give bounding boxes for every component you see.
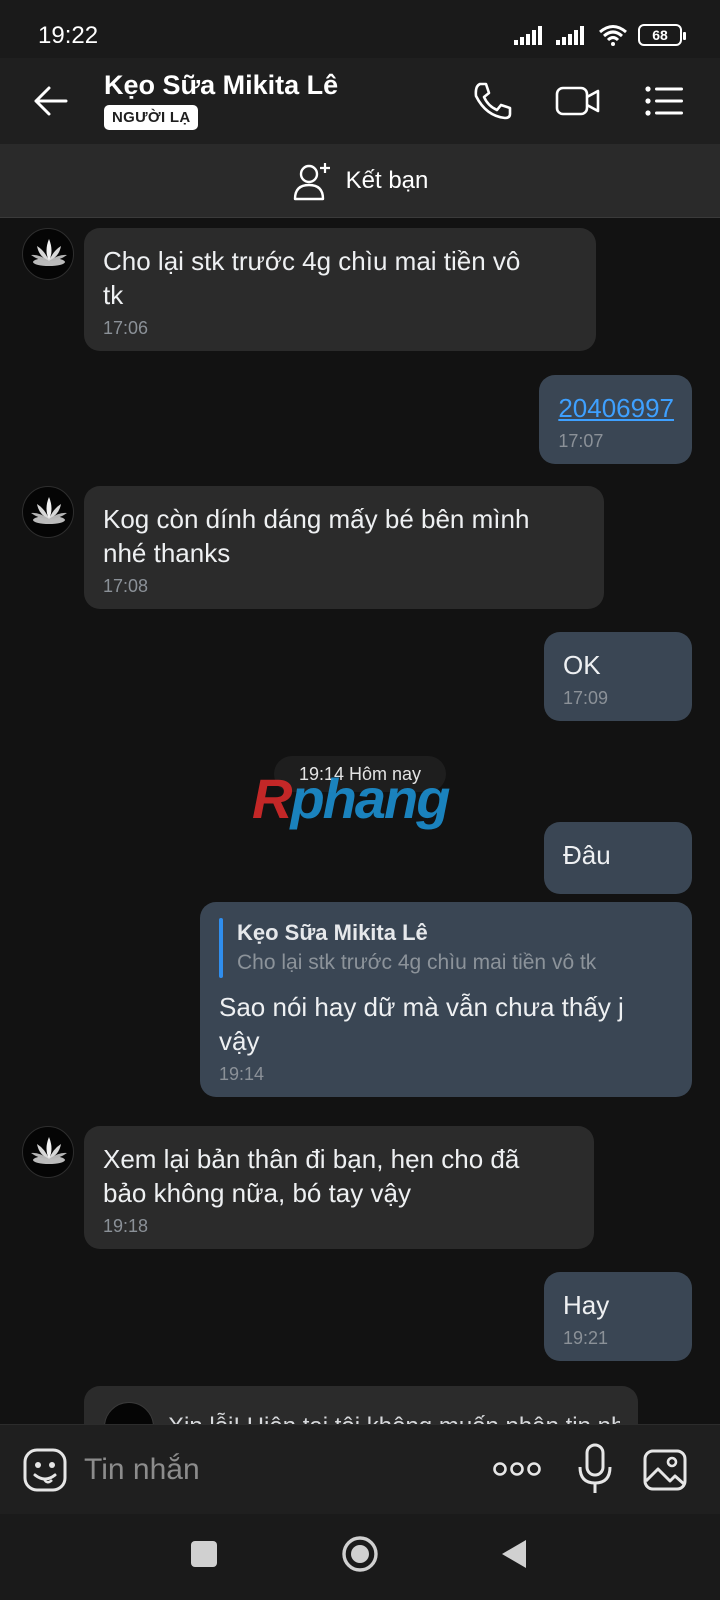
incoming-message[interactable]: Cho lại stk trước 4g chìu mai tiền vô tk… (84, 228, 596, 351)
contact-name[interactable]: Kẹo Sữa Mikita Lê (104, 70, 338, 101)
wifi-icon (599, 25, 627, 46)
message-time: 19:14 (219, 1064, 265, 1084)
gallery-image-icon[interactable] (642, 1447, 688, 1493)
incoming-message[interactable]: Xin lỗi! Hiện tại tôi không muốn nhận ti… (84, 1386, 638, 1424)
quoted-message[interactable]: Kẹo Sữa Mikita Lê Cho lại stk trước 4g c… (219, 918, 674, 978)
sticker-icon[interactable] (22, 1447, 68, 1493)
outgoing-reply-message[interactable]: Kẹo Sữa Mikita Lê Cho lại stk trước 4g c… (200, 902, 692, 1097)
quoted-sender: Kẹo Sữa Mikita Lê (237, 920, 428, 945)
menu-list-icon[interactable] (640, 78, 688, 124)
message-link[interactable]: 20406997 (558, 391, 674, 425)
lotus-icon (31, 239, 67, 266)
message-list[interactable]: Cho lại stk trước 4g chìu mai tiền vô tk… (0, 218, 720, 1424)
phone-call-icon[interactable] (468, 78, 516, 124)
cellular-signal-icon (556, 26, 584, 45)
outgoing-message[interactable]: Đâu (544, 822, 692, 894)
watermark-logo: Rphang (252, 767, 450, 830)
message-composer (0, 1424, 720, 1514)
message-text: Đâu (563, 840, 611, 870)
add-friend-icon (293, 162, 330, 200)
outgoing-message[interactable]: Hay 19:21 (544, 1272, 692, 1361)
message-time: 17:08 (103, 576, 149, 596)
stranger-badge: NGƯỜI LẠ (104, 105, 199, 130)
message-text: Cho lại stk trước 4g chìu mai tiền vô tk (103, 246, 521, 310)
message-text: OK (563, 650, 601, 680)
incoming-message[interactable]: Xem lại bản thân đi bạn, hẹn cho đã bảo … (84, 1126, 594, 1249)
video-call-icon[interactable] (554, 78, 602, 124)
microphone-icon[interactable] (576, 1443, 614, 1497)
status-icons: 68 (514, 24, 686, 46)
incoming-message[interactable]: Kog còn dính dáng mấy bé bên mình nhé th… (84, 486, 604, 609)
more-options-icon[interactable] (492, 1451, 542, 1487)
message-time: 17:06 (103, 318, 149, 338)
back-nav-icon[interactable] (500, 1538, 528, 1570)
add-friend-label: Kết bạn (345, 166, 429, 194)
lotus-icon (31, 497, 67, 524)
cellular-signal-icon (514, 26, 542, 45)
quote-bar (219, 918, 223, 978)
message-time: 19:18 (103, 1216, 149, 1236)
chat-header: Kẹo Sữa Mikita Lê NGƯỜI LẠ (0, 58, 720, 144)
lotus-icon (31, 1137, 67, 1164)
battery-indicator: 68 (638, 24, 686, 46)
recents-icon[interactable] (190, 1540, 218, 1568)
home-icon[interactable] (340, 1534, 380, 1574)
back-arrow-icon[interactable] (28, 78, 74, 124)
message-input[interactable] (84, 1447, 464, 1493)
quoted-text: Cho lại stk trước 4g chìu mai tiền vô tk (237, 951, 597, 974)
message-time: 19:21 (563, 1328, 609, 1348)
message-time: 17:09 (563, 688, 609, 708)
message-text: Xem lại bản thân đi bạn, hẹn cho đã bảo … (103, 1144, 520, 1208)
system-nav-bar (0, 1514, 720, 1600)
status-bar: 19:22 68 (0, 0, 720, 58)
outgoing-message[interactable]: 20406997 17:07 (539, 375, 692, 464)
message-text: Xin lỗi! Hiện tại tôi không muốn nhận ti… (168, 1410, 620, 1424)
message-text: Kog còn dính dáng mấy bé bên mình nhé th… (103, 504, 530, 568)
add-friend-button[interactable]: Kết bạn (0, 144, 720, 218)
outgoing-message[interactable]: OK 17:09 (544, 632, 692, 721)
contact-avatar[interactable] (22, 228, 74, 280)
message-time: 17:07 (558, 431, 604, 451)
contact-avatar[interactable] (22, 486, 74, 538)
status-time: 19:22 (38, 22, 99, 49)
message-text: Sao nói hay dữ mà vẫn chưa thấy j vậy (219, 992, 624, 1056)
contact-avatar (104, 1402, 154, 1424)
contact-avatar[interactable] (22, 1126, 74, 1178)
message-text: Hay (563, 1290, 610, 1320)
